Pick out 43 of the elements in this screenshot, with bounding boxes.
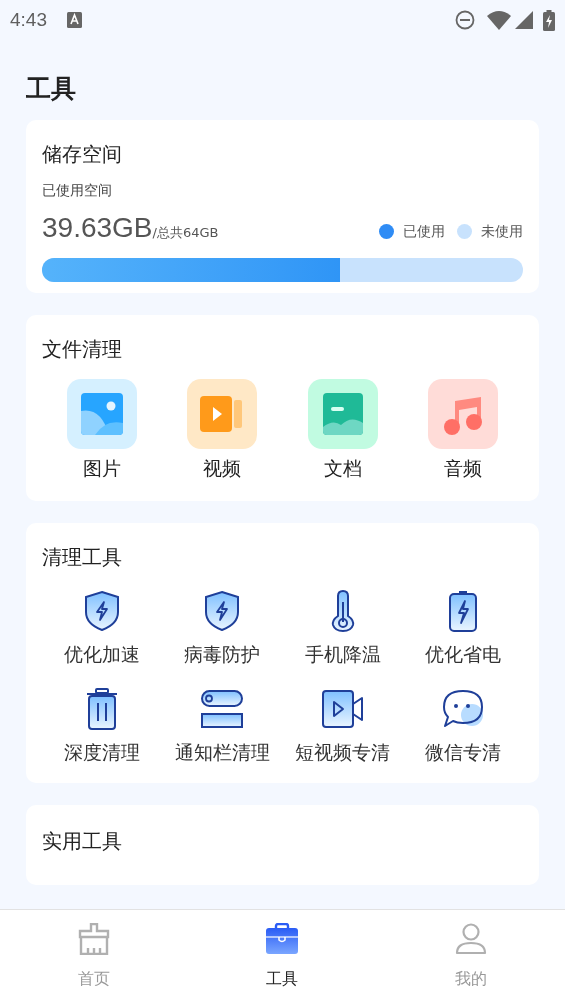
music-note-icon [427,379,498,449]
toolbox-icon [265,923,300,955]
file-category-button[interactable]: 视频 [162,379,283,481]
trash-icon [86,688,119,730]
video-camera-icon [321,690,364,728]
wifi-icon [487,10,511,30]
nav-tab[interactable]: 工具 [188,910,377,1004]
status-time: 4:43 [10,7,47,32]
tool-button[interactable]: 优化加速 [42,589,163,667]
card-title: 储存空间 [42,141,122,168]
document-icon [307,379,378,449]
person-icon [454,923,487,955]
page-title: 工具 [26,73,76,105]
keyboard-icon [67,12,82,28]
legend-label: 未使用 [481,222,523,241]
card-title: 文件清理 [42,336,122,363]
card-title: 清理工具 [42,544,122,571]
image-icon [67,379,138,449]
legend-label: 已使用 [403,222,445,241]
file-category-button[interactable]: 音频 [402,379,523,481]
shield-icon [204,590,241,632]
tool-button[interactable]: 深度清理 [42,687,163,765]
tool-button[interactable]: 病毒防护 [162,589,283,667]
chat-bubble-icon [441,689,484,729]
tool-button[interactable]: 短视频专清 [282,687,403,765]
do-not-disturb-icon [455,10,475,30]
file-category-button[interactable]: 文档 [282,379,403,481]
file-category-button[interactable]: 图片 [42,379,163,481]
tool-button[interactable]: 手机降温 [282,589,403,667]
card-title: 实用工具 [42,828,122,855]
used-amount: 39.63GB [42,211,153,245]
signal-icon [515,11,533,29]
video-icon [187,379,258,449]
shield-icon [84,590,121,632]
tool-button[interactable]: 微信专清 [402,687,523,765]
toggle-icon [201,689,244,729]
broom-icon [78,923,111,955]
total-amount: /总共64GB [152,225,219,242]
battery-icon [447,590,478,632]
battery-charging-icon [543,9,555,31]
storage-subtitle: 已使用空间 [42,181,112,200]
tool-button[interactable]: 优化省电 [402,589,523,667]
tool-button[interactable]: 通知栏清理 [162,687,283,765]
